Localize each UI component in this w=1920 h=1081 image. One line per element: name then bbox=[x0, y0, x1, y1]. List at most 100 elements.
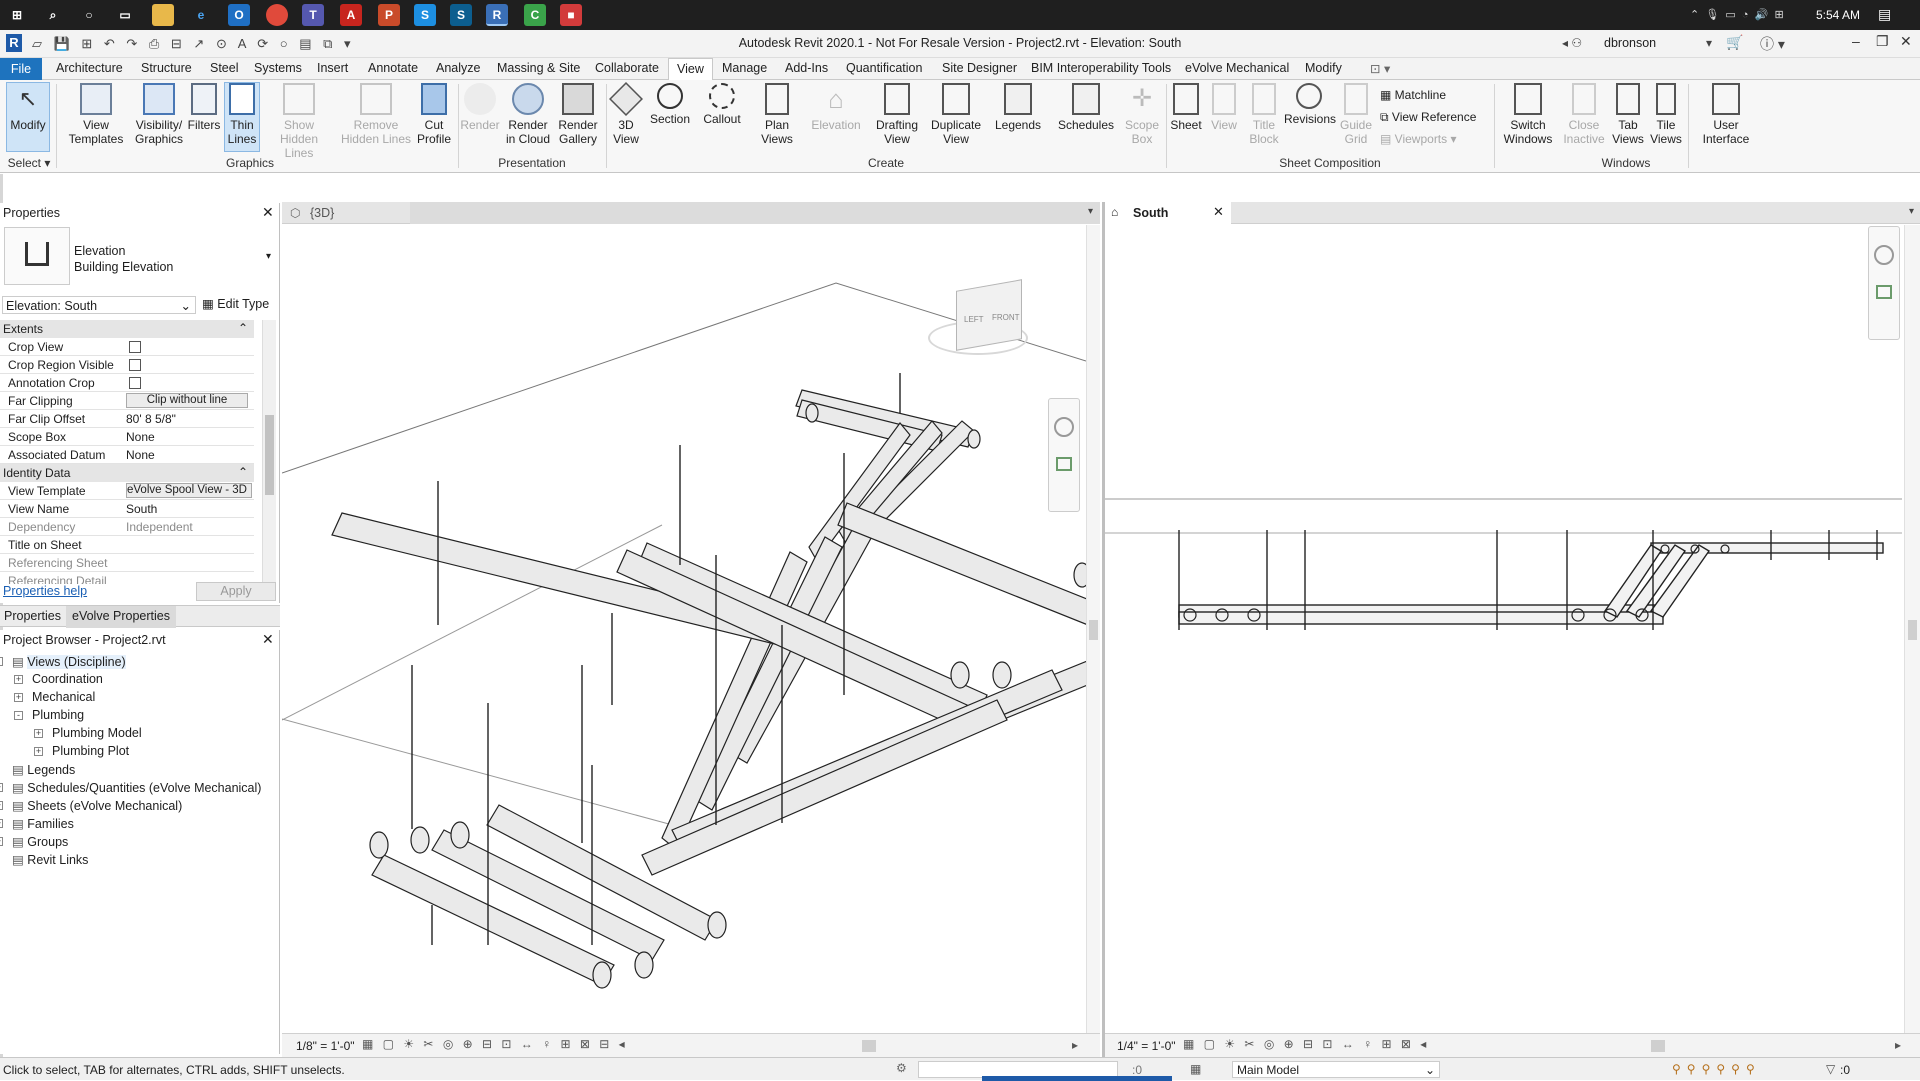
browser-item[interactable]: ▤ Legends bbox=[12, 762, 75, 777]
elevation-pipes[interactable] bbox=[1178, 542, 1884, 625]
outlook-icon[interactable]: O bbox=[228, 4, 250, 26]
teams-icon[interactable]: T bbox=[302, 4, 324, 26]
notification-icon[interactable]: ▤ bbox=[1878, 6, 1891, 23]
pipe-assembly[interactable] bbox=[331, 389, 1086, 989]
browser-item[interactable]: ▤ Revit Links bbox=[12, 852, 88, 867]
expand-icon[interactable]: + bbox=[34, 747, 43, 756]
chevron-down-icon[interactable]: ▾ bbox=[1706, 36, 1712, 50]
chevron-down-icon[interactable]: ▾ bbox=[1909, 206, 1914, 217]
remove-hidden-lines-button[interactable]: Remove Hidden Lines bbox=[340, 83, 412, 146]
cart-icon[interactable]: 🛒 bbox=[1726, 34, 1743, 51]
edit-type-button[interactable]: ▦ Edit Type bbox=[202, 296, 269, 311]
expand-icon[interactable]: + bbox=[14, 675, 23, 684]
browser-item[interactable]: + Coordination bbox=[14, 672, 103, 686]
expand-icon[interactable]: + bbox=[14, 693, 23, 702]
help-icon[interactable]: ⓘ ▾ bbox=[1760, 34, 1785, 54]
viewcube[interactable]: LEFT FRONT bbox=[928, 279, 1028, 355]
view-button[interactable]: View bbox=[1208, 83, 1240, 132]
tab-views-button[interactable]: Tab Views bbox=[1610, 83, 1646, 146]
sheet-button[interactable]: Sheet bbox=[1168, 83, 1204, 132]
task-view-icon[interactable]: ▭ bbox=[114, 4, 136, 26]
expand-icon[interactable]: + bbox=[34, 729, 43, 738]
tile-views-button[interactable]: Tile Views bbox=[1648, 83, 1684, 146]
tab-architecture[interactable]: Architecture bbox=[56, 61, 123, 75]
render-button[interactable]: Render bbox=[460, 83, 500, 132]
viewports-button[interactable]: ▤ Viewports ▾ bbox=[1380, 132, 1457, 146]
tab-add-ins[interactable]: Add-Ins bbox=[785, 61, 828, 75]
expand-icon[interactable]: + bbox=[0, 801, 3, 810]
3d-horizontal-scrollbar[interactable] bbox=[862, 1040, 876, 1052]
tab-south-view[interactable]: South bbox=[1133, 206, 1168, 220]
collapse-icon[interactable]: - bbox=[0, 657, 3, 666]
apply-button[interactable]: Apply bbox=[196, 582, 276, 601]
matchline-button[interactable]: ▦ Matchline bbox=[1380, 88, 1446, 102]
properties-scrollbar[interactable] bbox=[262, 320, 276, 584]
tab-evolve-mechanical[interactable]: eVolve Mechanical bbox=[1185, 61, 1289, 75]
tab-systems[interactable]: Systems bbox=[254, 61, 302, 75]
tab-massing-site[interactable]: Massing & Site bbox=[497, 61, 580, 75]
browser-item[interactable]: + ▤ Sheets (eVolve Mechanical) bbox=[0, 798, 182, 813]
browser-item[interactable]: + ▤ Groups bbox=[0, 834, 68, 849]
crop-view-checkbox[interactable] bbox=[129, 341, 141, 353]
chrome-icon[interactable] bbox=[266, 4, 288, 26]
legends-button[interactable]: Legends bbox=[992, 83, 1044, 132]
guide-grid-button[interactable]: Guide Grid bbox=[1338, 83, 1374, 146]
acrobat-icon[interactable]: A bbox=[340, 4, 362, 26]
tab-evolve-properties[interactable]: eVolve Properties bbox=[66, 606, 176, 628]
group-identity-data[interactable]: Identity Data ⌃ bbox=[0, 464, 254, 482]
restore-icon[interactable]: ❐ bbox=[1876, 33, 1889, 50]
steering-wheel-icon[interactable] bbox=[1054, 417, 1074, 437]
collapse-icon[interactable]: - bbox=[14, 711, 23, 720]
tab-manage[interactable]: Manage bbox=[722, 61, 767, 75]
properties-help-link[interactable]: Properties help bbox=[3, 584, 87, 598]
south-elevation-canvas[interactable] bbox=[1105, 225, 1902, 1033]
design-options-icon[interactable]: ▦ bbox=[1190, 1062, 1201, 1076]
recorder-icon[interactable]: ■ bbox=[560, 4, 582, 26]
selection-filter-icons[interactable]: ⚲⚲⚲⚲⚲⚲ bbox=[1672, 1062, 1761, 1076]
associated-datum-value[interactable]: None bbox=[126, 448, 252, 462]
tab-file[interactable]: File bbox=[0, 58, 42, 80]
powerpoint-icon[interactable]: P bbox=[378, 4, 400, 26]
show-hidden-lines-button[interactable]: Show Hidden Lines bbox=[264, 83, 334, 160]
modify-button[interactable]: ↖ Modify bbox=[6, 83, 50, 132]
expand-icon[interactable]: + bbox=[0, 783, 3, 792]
elevation-button[interactable]: ⌂ Elevation bbox=[808, 83, 864, 132]
tab-site-designer[interactable]: Site Designer bbox=[942, 61, 1017, 75]
schedules-button[interactable]: Schedules bbox=[1056, 83, 1116, 132]
annotation-crop-checkbox[interactable] bbox=[129, 377, 141, 389]
tab-properties[interactable]: Properties bbox=[4, 609, 61, 631]
expand-icon[interactable]: + bbox=[0, 819, 3, 828]
browser-item[interactable]: + Mechanical bbox=[14, 690, 95, 704]
thin-lines-button[interactable]: Thin Lines bbox=[224, 83, 260, 146]
tab-structure[interactable]: Structure bbox=[141, 61, 192, 75]
worksets-icon[interactable]: ⚙ bbox=[896, 1061, 907, 1075]
scroll-right-icon[interactable]: ▸ bbox=[1072, 1038, 1078, 1052]
tray-icons[interactable]: ⌃ 🎙 ▭ ◔ 🔊 ⊞ bbox=[1690, 8, 1784, 21]
edge-icon[interactable]: e bbox=[190, 4, 212, 26]
browser-item[interactable]: -▤ Views (Discipline) bbox=[0, 654, 126, 669]
app-icon[interactable]: C bbox=[524, 4, 546, 26]
tab-collaborate[interactable]: Collaborate bbox=[595, 61, 659, 75]
group-extents[interactable]: Extents ⌃ bbox=[0, 320, 254, 338]
view-template-button[interactable]: eVolve Spool View - 3D bbox=[126, 483, 252, 498]
tab-bim-interoperability[interactable]: BIM Interoperability Tools bbox=[1031, 61, 1171, 75]
crop-region-visible-checkbox[interactable] bbox=[129, 359, 141, 371]
view-templates-button[interactable]: View Templates bbox=[68, 83, 124, 146]
render-gallery-button[interactable]: Render Gallery bbox=[554, 83, 602, 146]
zoom-icon[interactable] bbox=[1056, 457, 1072, 471]
filters-button[interactable]: Filters bbox=[186, 83, 222, 132]
steering-wheel-icon[interactable] bbox=[1874, 245, 1894, 265]
revisions-button[interactable]: Revisions bbox=[1284, 83, 1336, 126]
3d-view-button[interactable]: 3D View bbox=[608, 82, 644, 146]
tab-view[interactable]: View bbox=[668, 58, 713, 81]
tab-quantification[interactable]: Quantification bbox=[846, 61, 922, 75]
south-vertical-scrollbar[interactable] bbox=[1904, 225, 1920, 1033]
scope-box-button[interactable]: ✛ Scope Box bbox=[1122, 83, 1162, 146]
title-block-button[interactable]: Title Block bbox=[1244, 83, 1284, 146]
close-inactive-button[interactable]: Close Inactive bbox=[1562, 83, 1606, 146]
tab-annotate[interactable]: Annotate bbox=[368, 61, 418, 75]
revit-taskbar-icon[interactable]: R bbox=[486, 4, 508, 26]
3d-view-controls[interactable]: ▦ ▢ ☀ ✂ ◎ ⊕ ⊟ ⊡ ↔ ♀ ⊞ ⊠ ⊟ ◂ bbox=[362, 1037, 628, 1051]
user-interface-button[interactable]: User Interface bbox=[1694, 83, 1758, 146]
close-icon[interactable]: ✕ bbox=[262, 204, 274, 221]
